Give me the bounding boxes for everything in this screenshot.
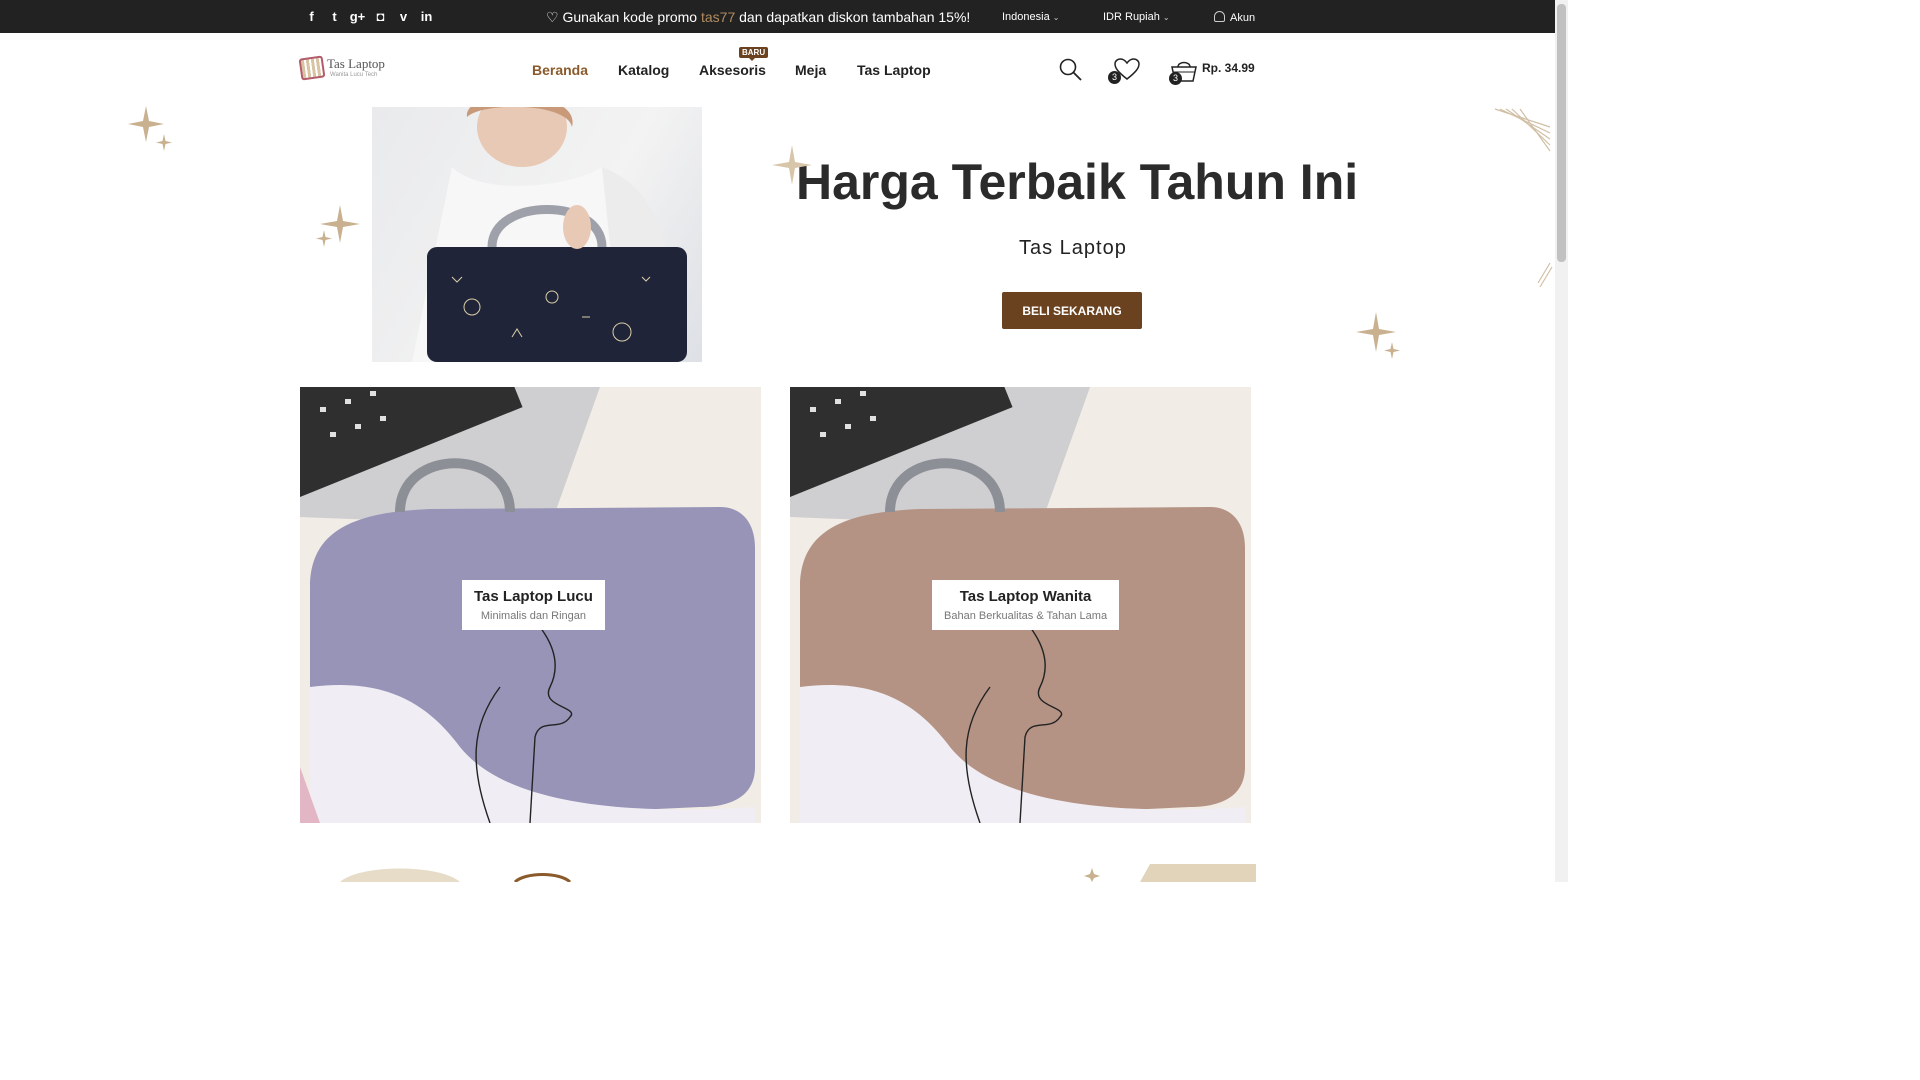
sparkle-icon (1356, 312, 1400, 359)
logo-name: Tas Laptop (327, 56, 385, 71)
logo-tagline: Wanita Lucu Tech (330, 72, 378, 78)
hero-title: Harga Terbaik Tahun Ini (796, 154, 1359, 210)
next-section-image (340, 868, 572, 882)
buy-now-button[interactable]: BELI SEKARANG (1002, 292, 1142, 329)
scrollbar-thumb[interactable] (1557, 4, 1566, 262)
twitter-icon[interactable]: t (323, 8, 346, 25)
nav-desk[interactable]: Meja (795, 62, 826, 78)
hero-image (372, 107, 702, 362)
site-logo[interactable]: Tas Laptop Wanita Lucu Tech (298, 55, 390, 83)
banner-title: Tas Laptop Wanita (959, 588, 1092, 605)
gift-icon: ♡ (546, 9, 559, 25)
laptop-logo-icon (298, 55, 326, 81)
facebook-icon[interactable]: f (300, 8, 323, 25)
nav-laptop-bags[interactable]: Tas Laptop (857, 62, 931, 78)
new-badge: BARU (739, 47, 769, 61)
sparkle-icon (772, 145, 812, 185)
banner-description: Minimalis dan Ringan (480, 610, 587, 622)
chevron-down-icon: ⌄ (1052, 13, 1060, 22)
vimeo-icon[interactable]: v (392, 8, 415, 25)
currency-selector[interactable]: IDR Rupiah ⌄ (1103, 11, 1170, 23)
banner-title: Tas Laptop Lucu (474, 588, 593, 605)
cart-total[interactable]: Rp. 34.99 (1202, 61, 1255, 75)
linkedin-icon[interactable]: in (415, 8, 438, 25)
next-section-image (1084, 864, 1256, 882)
banner-description: Bahan Berkualitas & Tahan Lama (944, 610, 1108, 622)
cart-count: 3 (1169, 72, 1182, 85)
promo-message: ♡ Gunakan kode promo tas77 dan dapatkan … (546, 9, 970, 26)
language-selector[interactable]: Indonesia ⌄ (1002, 11, 1059, 23)
social-links: f t g+ ◘ v in (300, 8, 438, 25)
account-label: Akun (1230, 12, 1256, 24)
promo-banner-women[interactable]: Tas Laptop Wanita Bahan Berkualitas & Ta… (790, 387, 1251, 823)
hero-subtitle: Tas Laptop (1019, 237, 1127, 259)
page-scrollbar[interactable] (1555, 0, 1568, 882)
woman-holding-bag-image (412, 107, 687, 362)
nav-home[interactable]: Beranda (532, 62, 588, 78)
promo-code: tas77 (700, 9, 736, 25)
sparkle-icon (128, 106, 172, 151)
top-bar: f t g+ ◘ v in ♡ Gunakan kode promo tas77… (0, 0, 1568, 33)
decorative-leaf-icon (1494, 108, 1553, 288)
nav-catalog[interactable]: Katalog (618, 62, 669, 78)
user-icon (1214, 11, 1225, 22)
promo-banner-cute[interactable]: Tas Laptop Lucu Minimalis dan Ringan (300, 387, 761, 823)
promo-prefix: Gunakan kode promo (562, 9, 698, 25)
search-icon[interactable] (1059, 58, 1082, 81)
chevron-down-icon: ⌄ (1162, 13, 1170, 22)
account-link[interactable]: Akun (1214, 11, 1255, 24)
sparkle-icon (316, 205, 360, 247)
wishlist-count: 3 (1108, 71, 1121, 84)
instagram-icon[interactable]: ◘ (369, 8, 392, 25)
nav-accessories[interactable]: Aksesoris (699, 62, 766, 78)
banner-label: Tas Laptop Wanita Bahan Berkualitas & Ta… (932, 580, 1120, 630)
currency-label: IDR Rupiah (1103, 11, 1160, 23)
banner-label: Tas Laptop Lucu Minimalis dan Ringan (462, 580, 605, 630)
language-label: Indonesia (1002, 11, 1050, 23)
google-plus-icon[interactable]: g+ (346, 8, 369, 25)
promo-suffix: dan dapatkan diskon tambahan 15%! (739, 9, 971, 25)
